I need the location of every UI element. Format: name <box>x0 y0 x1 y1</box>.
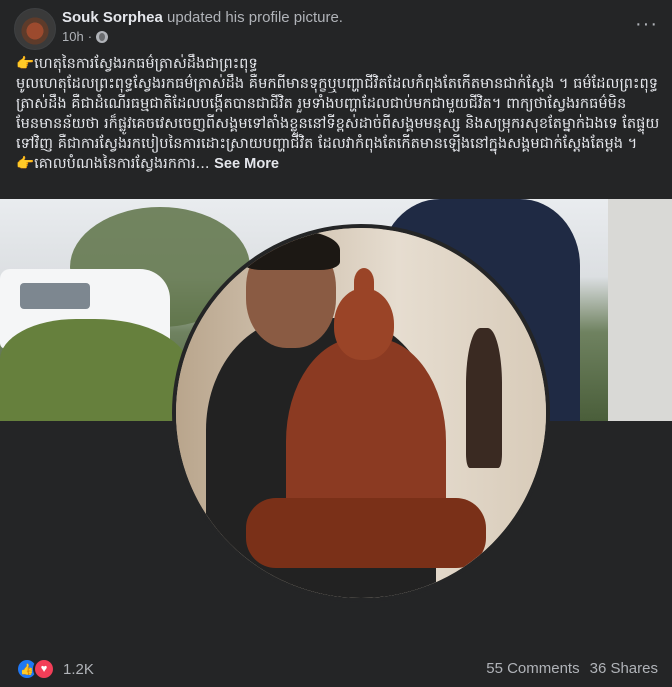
profile-update-photo[interactable] <box>0 199 672 624</box>
engagement-counts: 55 Comments 36 Shares <box>486 660 658 677</box>
post-text-heading: 👉ហេតុនៃការស្វែងរកធម៌ត្រាស់ដឹងជាព្រះពុទ្ធ <box>16 55 258 72</box>
photo-statue-head <box>334 288 394 360</box>
reaction-summary[interactable]: 👍 ♥ 1.2K <box>16 658 94 680</box>
reaction-count[interactable]: 1.2K <box>63 661 94 678</box>
see-more-link[interactable]: See More <box>214 156 279 172</box>
post-action-text: updated his profile picture. <box>167 9 343 26</box>
post-text-truncated: 👉គោលបំណងនៃការស្វែងរកការ... See More <box>16 154 661 174</box>
shares-count[interactable]: 36 Shares <box>590 660 658 677</box>
post-text: 👉ហេតុនៃការស្វែងរកធម៌ត្រាស់ដឹងជាព្រះពុទ្ធ… <box>16 54 661 174</box>
author-name[interactable]: Souk Sorphea <box>62 9 163 26</box>
comments-count[interactable]: 55 Comments <box>486 660 579 677</box>
cover-shrub <box>0 319 190 421</box>
post-text-subheading: 👉គោលបំណងនៃការស្វែងរកការ... <box>16 155 210 172</box>
post-header: Souk Sorphea updated his profile picture… <box>0 0 672 52</box>
globe-icon[interactable] <box>96 30 109 43</box>
photo-man-hair <box>242 230 340 270</box>
cover-car-window <box>20 283 90 309</box>
profile-picture[interactable] <box>172 224 550 602</box>
love-icon: ♥ <box>33 658 55 680</box>
post-text-paragraph: មូលហេតុដែលព្រះពុទ្ធស្វែងរកធម៌ត្រាស់ដឹង គ… <box>16 75 660 152</box>
post-author-line: Souk Sorphea updated his profile picture… <box>62 9 343 26</box>
cover-pillar <box>608 199 672 421</box>
photo-statue-base <box>246 498 486 568</box>
author-avatar[interactable] <box>14 8 56 50</box>
post-time[interactable]: 10h <box>62 29 84 44</box>
more-options-icon[interactable]: ··· <box>635 14 658 34</box>
photo-small-statue <box>466 328 502 468</box>
post-meta: 10h · <box>62 29 109 44</box>
post-footer: 👍 ♥ 1.2K 55 Comments 36 Shares <box>0 650 672 687</box>
meta-separator: · <box>87 29 93 44</box>
